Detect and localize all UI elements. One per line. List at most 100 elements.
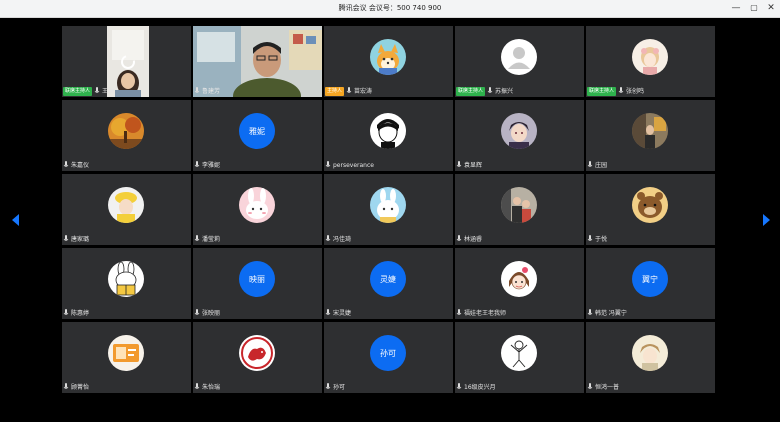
participant-tile[interactable]: 联席主持人 张创鸣 [586, 26, 715, 97]
participant-tile[interactable]: 雅妮 李雅妮 [193, 100, 322, 171]
minimize-button[interactable]: — [729, 1, 743, 15]
participant-tile[interactable]: 灵婕 宋灵婕 [324, 248, 453, 319]
name-bar: 联席主持人 王琳 [63, 86, 114, 96]
pink-rabbit-cartoon-avatar [239, 187, 275, 223]
participant-tile[interactable]: 鲁建芳 [193, 26, 322, 97]
name-bar: 孙可 [325, 382, 345, 392]
participant-tile[interactable]: 潘莹莉 [193, 174, 322, 245]
mic-icon [618, 87, 624, 93]
close-button[interactable]: ✕ [764, 1, 778, 15]
name-bar: 庄园 [587, 160, 607, 170]
participant-tile[interactable]: 16级皮兴月 [455, 322, 584, 393]
participant-name: 陈惠婷 [71, 309, 90, 317]
cohost-badge: 联席主持人 [63, 86, 93, 96]
participant-tile[interactable]: 冯佳琦 [324, 174, 453, 245]
mic-icon [194, 235, 200, 241]
participant-name: 顾菁怡 [71, 383, 90, 391]
participant-name: 恒鸿一普 [595, 383, 620, 391]
participant-tile[interactable]: 林涵睿 [455, 174, 584, 245]
host-badge: 主持人 [325, 86, 345, 96]
autumn-tree-photo-avatar [108, 113, 144, 149]
participant-name: 孙可 [333, 383, 346, 391]
participant-tile[interactable]: 福娃老王老我师 [455, 248, 584, 319]
street-photo-avatar [632, 113, 668, 149]
anime-boy-avatar [501, 113, 537, 149]
chevron-right-icon[interactable] [762, 214, 770, 226]
mic-icon [456, 383, 462, 389]
participant-name: 李雅妮 [202, 161, 221, 169]
mic-icon [456, 161, 462, 167]
name-bar: 潘莹莉 [194, 234, 220, 244]
participant-grid: 联席主持人 王琳 鲁建芳 主持人 苗宏涛 联席主持人 苏振兴 联席主持人 张创鸣… [62, 26, 718, 393]
participant-name: 潘莹莉 [202, 235, 221, 243]
mic-icon [63, 161, 69, 167]
participant-name: 林涵睿 [464, 235, 483, 243]
name-bar: 张映丽 [194, 308, 220, 318]
cohost-badge: 联席主持人 [456, 86, 486, 96]
name-bar: 韩范 冯翼宁 [587, 308, 627, 318]
participant-tile[interactable]: 翼宁 韩范 冯翼宁 [586, 248, 715, 319]
cream-illustration-avatar [632, 335, 668, 371]
participant-tile[interactable]: 朱嘉仪 [62, 100, 191, 171]
title-bar: 腾讯会议 会议号：500 740 900 — ▢ ✕ [0, 0, 780, 18]
name-bar: 宋灵婕 [325, 308, 351, 318]
mic-icon [587, 309, 593, 315]
participant-tile[interactable]: 朱怡瑞 [193, 322, 322, 393]
name-bar: 李雅妮 [194, 160, 220, 170]
participant-tile[interactable]: 顾菁怡 [62, 322, 191, 393]
maximize-button[interactable]: ▢ [747, 1, 761, 15]
mic-icon [346, 87, 352, 93]
participant-tile[interactable]: perseverance [324, 100, 453, 171]
participant-name: 王琳 [102, 87, 115, 95]
name-bar: 顾菁怡 [63, 382, 89, 392]
name-bar: perseverance [325, 160, 374, 170]
cartoon-girl-avatar [501, 261, 537, 297]
participant-name: 16级皮兴月 [464, 383, 496, 391]
cohost-badge: 联席主持人 [587, 86, 617, 96]
participant-tile[interactable]: 庄园 [586, 100, 715, 171]
mic-icon [456, 309, 462, 315]
line-art-figure-avatar [501, 335, 537, 371]
participant-name: 苏振兴 [495, 87, 514, 95]
participant-tile[interactable]: 联席主持人 苏振兴 [455, 26, 584, 97]
participant-name: 宋灵婕 [333, 309, 352, 317]
meeting-window: 腾讯会议 会议号：500 740 900 — ▢ ✕ 联席主持人 王琳 鲁建芳 … [0, 0, 780, 422]
name-bar: 袁显辉 [456, 160, 482, 170]
mic-icon [194, 383, 200, 389]
name-bar: 于悦 [587, 234, 607, 244]
mic-icon [456, 235, 462, 241]
participant-name: 袁显辉 [464, 161, 483, 169]
name-bar: 唐家璐 [63, 234, 89, 244]
participant-tile[interactable]: 联席主持人 王琳 [62, 26, 191, 97]
boy-ink-drawing-avatar [370, 113, 406, 149]
name-bar: 主持人 苗宏涛 [325, 86, 372, 96]
name-bar: 16级皮兴月 [456, 382, 496, 392]
participant-tile[interactable]: 恒鸿一普 [586, 322, 715, 393]
participant-name: 朱嘉仪 [71, 161, 90, 169]
girl-illustration-avatar [632, 39, 668, 75]
name-bar: 联席主持人 苏振兴 [456, 86, 513, 96]
participant-tile[interactable]: 于悦 [586, 174, 715, 245]
name-bar: 恒鸿一普 [587, 382, 619, 392]
brown-bear-cartoon-avatar [632, 187, 668, 223]
mic-icon [587, 235, 593, 241]
name-bar: 鲁建芳 [194, 86, 220, 96]
participant-tile[interactable]: 袁显辉 [455, 100, 584, 171]
participant-name: 鲁建芳 [202, 87, 221, 95]
participant-name: 冯佳琦 [333, 235, 352, 243]
participant-tile[interactable]: 唐家璐 [62, 174, 191, 245]
text-avatar: 灵婕 [370, 261, 406, 297]
text-avatar: 翼宁 [632, 261, 668, 297]
chevron-left-icon[interactable] [12, 214, 20, 226]
participant-tile[interactable]: 陈惠婷 [62, 248, 191, 319]
child-yellow-hat-avatar [108, 187, 144, 223]
name-bar: 冯佳琦 [325, 234, 351, 244]
name-bar: 朱怡瑞 [194, 382, 220, 392]
participant-tile[interactable]: 映丽 张映丽 [193, 248, 322, 319]
window-title: 腾讯会议 会议号：500 740 900 [338, 4, 442, 12]
participant-name: 苗宏涛 [354, 87, 373, 95]
participant-tile[interactable]: 主持人 苗宏涛 [324, 26, 453, 97]
text-avatar: 映丽 [239, 261, 275, 297]
name-bar: 福娃老王老我师 [456, 308, 506, 318]
participant-tile[interactable]: 孙可 孙可 [324, 322, 453, 393]
